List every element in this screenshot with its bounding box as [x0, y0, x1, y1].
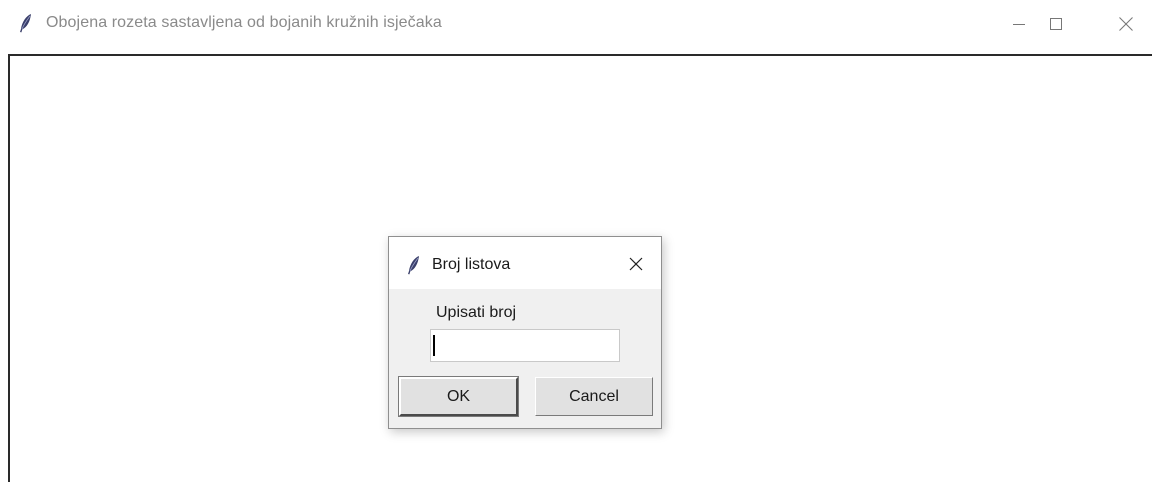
dialog-close-button[interactable] [623, 251, 649, 277]
dialog-titlebar[interactable]: Broj listova [389, 237, 661, 289]
text-caret [433, 335, 435, 356]
window-titlebar[interactable]: Obojena rozeta sastavljena od bojanih kr… [0, 0, 1152, 48]
close-button[interactable] [1103, 0, 1149, 48]
window-title: Obojena rozeta sastavljena od bojanih kr… [46, 14, 442, 31]
feather-icon [18, 13, 34, 38]
number-input[interactable] [430, 329, 620, 362]
minimize-icon [1013, 24, 1025, 25]
feather-icon [406, 255, 422, 280]
input-dialog: Broj listova Upisati broj OK Cancel [388, 236, 662, 429]
cancel-button[interactable]: Cancel [535, 377, 653, 416]
dialog-title: Broj listova [432, 256, 511, 273]
close-icon [1119, 17, 1133, 31]
close-icon [629, 257, 643, 271]
prompt-label: Upisati broj [436, 304, 517, 321]
maximize-button[interactable] [1033, 0, 1079, 48]
maximize-icon [1050, 18, 1062, 30]
ok-button[interactable]: OK [398, 376, 519, 417]
